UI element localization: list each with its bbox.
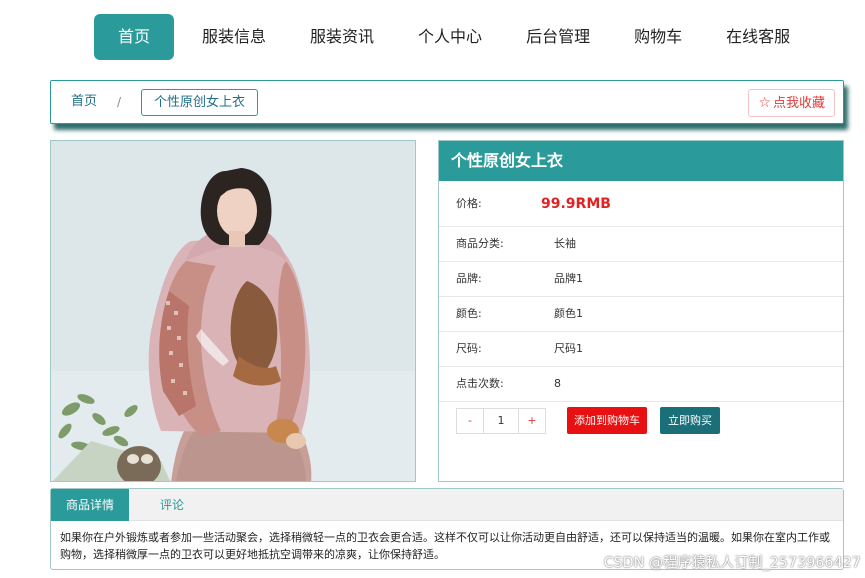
attribute-row-clicks: 点击次数: 8	[439, 367, 843, 402]
attribute-key: 点击次数:	[456, 377, 504, 390]
attribute-row-size: 尺码: 尺码1	[439, 332, 843, 367]
detail-tabs: 商品详情 评论	[51, 489, 843, 521]
attribute-value: 长袖	[554, 237, 576, 250]
price-label: 价格:	[456, 197, 482, 210]
attribute-value: 尺码1	[554, 342, 583, 355]
nav-item-clothing-news[interactable]: 服装资讯	[300, 14, 384, 60]
watermark: CSDN @程序猿私人订制_2573966427	[603, 555, 861, 571]
attribute-key: 品牌:	[456, 272, 482, 285]
quantity-increase-button[interactable]: +	[519, 409, 545, 433]
nav-item-admin[interactable]: 后台管理	[516, 14, 600, 60]
attribute-row-color: 颜色: 颜色1	[439, 297, 843, 332]
nav-item-cart[interactable]: 购物车	[624, 14, 692, 60]
breadcrumb: 首页 / 个性原创女上衣 ☆ 点我收藏	[50, 80, 844, 124]
nav-item-personal-center[interactable]: 个人中心	[408, 14, 492, 60]
add-to-cart-button[interactable]: 添加到购物车	[567, 407, 647, 434]
product-image	[50, 140, 416, 482]
breadcrumb-home-link[interactable]: 首页	[71, 81, 97, 123]
quantity-decrease-button[interactable]: -	[457, 409, 483, 433]
attribute-row-category: 商品分类: 长袖	[439, 227, 843, 262]
product-photo	[51, 141, 415, 481]
attribute-value: 8	[554, 377, 561, 390]
purchase-row: - 1 + 添加到购物车 立即购买	[439, 402, 843, 442]
price-value: 99.9RMB	[541, 196, 611, 212]
attribute-key: 颜色:	[456, 307, 482, 320]
quantity-stepper: - 1 +	[456, 408, 546, 434]
nav-item-clothing-info[interactable]: 服装信息	[192, 14, 276, 60]
breadcrumb-separator: /	[117, 95, 122, 109]
quantity-input[interactable]: 1	[483, 409, 519, 433]
product-title: 个性原创女上衣	[439, 141, 843, 181]
favorite-label: 点我收藏	[772, 96, 825, 111]
buy-now-button[interactable]: 立即购买	[660, 407, 720, 434]
nav-item-support[interactable]: 在线客服	[716, 14, 800, 60]
nav-item-home[interactable]: 首页	[94, 14, 175, 60]
attribute-key: 尺码:	[456, 342, 482, 355]
top-nav: 首页 服装信息 服装资讯 个人中心 后台管理 购物车 在线客服	[94, 14, 824, 60]
attribute-key: 商品分类:	[456, 237, 504, 250]
attribute-value: 品牌1	[554, 272, 583, 285]
attribute-value: 颜色1	[554, 307, 583, 320]
favorite-button[interactable]: ☆ 点我收藏	[748, 89, 835, 117]
price-row: 价格: 99.9RMB	[439, 181, 843, 227]
tab-product-details[interactable]: 商品详情	[51, 489, 130, 521]
tab-comments[interactable]: 评论	[145, 489, 199, 521]
star-outline-icon: ☆	[758, 95, 771, 111]
breadcrumb-current: 个性原创女上衣	[141, 89, 259, 116]
product-info-panel: 个性原创女上衣 价格: 99.9RMB 商品分类: 长袖 品牌: 品牌1 颜色:…	[438, 140, 844, 482]
attribute-row-brand: 品牌: 品牌1	[439, 262, 843, 297]
